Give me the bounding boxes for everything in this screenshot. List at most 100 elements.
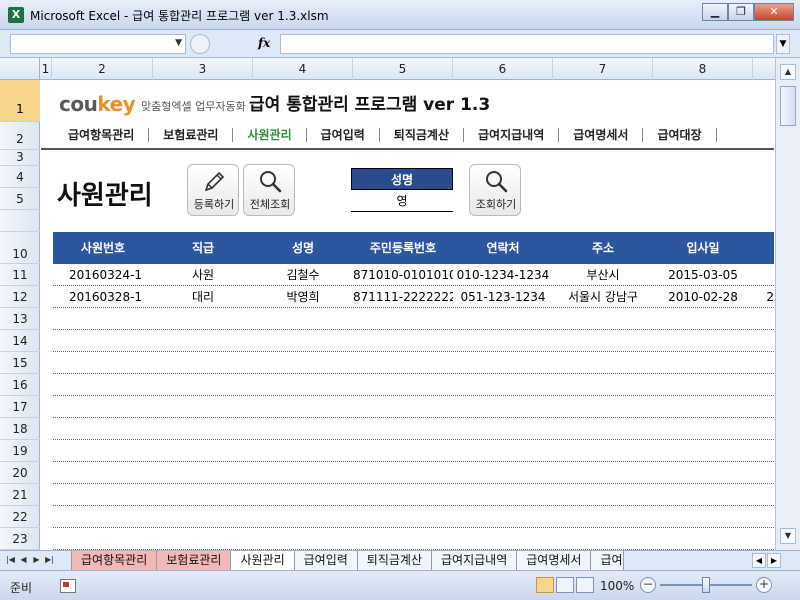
name-box[interactable]: ▼ (10, 34, 186, 54)
table-cell[interactable]: 2 (753, 286, 774, 307)
tab-payslip[interactable]: 급여명세서 (516, 551, 592, 571)
scroll-left-button[interactable]: ◀ (752, 553, 766, 568)
table-cell[interactable]: 박영희 (253, 286, 353, 307)
zoom-level[interactable]: 100% (600, 579, 634, 593)
row-header[interactable]: 21 (0, 484, 40, 506)
column-header[interactable]: 2 (52, 58, 153, 80)
horizontal-scrollbar[interactable]: ◀ ▶ (752, 553, 796, 568)
next-sheet-icon[interactable]: ▶ (30, 553, 43, 567)
close-button[interactable]: ✕ (754, 3, 794, 21)
chevron-down-icon[interactable]: ▼ (175, 38, 182, 48)
last-sheet-icon[interactable]: ▶| (43, 553, 56, 567)
formula-input[interactable] (280, 34, 774, 54)
row-header[interactable]: 22 (0, 506, 40, 528)
normal-view-button[interactable] (536, 577, 554, 593)
nav-item-employees[interactable]: 사원관리 (233, 128, 307, 142)
tab-pay-input[interactable]: 급여입력 (293, 551, 358, 571)
table-row[interactable] (53, 462, 774, 484)
vertical-scrollbar[interactable]: ▲ ▼ (775, 58, 800, 550)
nav-item-severance[interactable]: 퇴직금계산 (380, 128, 464, 142)
page-layout-view-button[interactable] (556, 577, 574, 593)
table-row[interactable] (53, 396, 774, 418)
tab-severance[interactable]: 퇴직금계산 (356, 551, 432, 571)
register-button[interactable]: 등록하기 (187, 164, 239, 216)
row-header[interactable]: 10 (0, 232, 40, 264)
view-all-button[interactable]: 전체조회 (243, 164, 295, 216)
column-header[interactable]: 8 (653, 58, 753, 80)
table-row[interactable] (53, 330, 774, 352)
table-row[interactable]: 20160324-1 사원 김철수 871010-0101010 010-123… (53, 264, 774, 286)
search-button[interactable]: 조회하기 (469, 164, 521, 216)
macro-record-icon[interactable] (60, 579, 76, 593)
table-row[interactable] (53, 484, 774, 506)
table-cell[interactable]: 대리 (153, 286, 253, 307)
column-header[interactable]: 1 (40, 58, 52, 80)
column-header[interactable]: 3 (153, 58, 253, 80)
table-row[interactable] (53, 528, 774, 550)
nav-item-payroll[interactable]: 급여대장 (643, 128, 717, 142)
row-header[interactable]: 18 (0, 418, 40, 440)
zoom-slider-thumb[interactable] (702, 577, 710, 593)
tab-pay-history[interactable]: 급여지급내역 (431, 551, 518, 571)
row-header[interactable]: 19 (0, 440, 40, 462)
nav-item-pay-items[interactable]: 급여항목관리 (41, 128, 150, 142)
select-all-corner[interactable] (0, 58, 40, 80)
table-cell[interactable]: 김철수 (253, 264, 353, 285)
insert-function-button[interactable]: fx (258, 36, 270, 50)
nav-item-insurance[interactable]: 보험료관리 (149, 128, 234, 142)
table-cell[interactable]: 010-1234-1234 (453, 264, 553, 285)
table-cell[interactable]: 2015-03-05 (653, 264, 753, 285)
table-cell[interactable]: 20160328-1 (53, 286, 153, 307)
row-header[interactable]: 20 (0, 462, 40, 484)
table-row[interactable] (53, 506, 774, 528)
table-cell[interactable]: 사원 (153, 264, 253, 285)
prev-sheet-icon[interactable]: ◀ (17, 553, 30, 567)
row-header[interactable]: 16 (0, 374, 40, 396)
excel-icon[interactable]: X (8, 7, 24, 23)
table-row[interactable] (53, 352, 774, 374)
tab-payroll[interactable]: 급여대 (590, 551, 625, 571)
table-row[interactable] (53, 374, 774, 396)
row-header[interactable]: 5 (0, 188, 40, 210)
first-sheet-icon[interactable]: |◀ (4, 553, 17, 567)
column-header[interactable]: 5 (353, 58, 453, 80)
column-header[interactable]: 4 (253, 58, 353, 80)
row-header[interactable]: 14 (0, 330, 40, 352)
column-header[interactable]: 7 (553, 58, 653, 80)
worksheet[interactable]: coukey 맞춤형엑셀 업무자동화 급여 통합관리 프로그램 ver 1.3 … (41, 80, 774, 550)
table-cell[interactable]: 서울시 강남구 (553, 286, 653, 307)
row-header[interactable]: 13 (0, 308, 40, 330)
cancel-formula-button[interactable] (190, 34, 210, 54)
table-cell[interactable]: 051-123-1234 (453, 286, 553, 307)
table-cell[interactable]: 20160324-1 (53, 264, 153, 285)
zoom-out-button[interactable]: − (640, 577, 656, 593)
table-cell[interactable]: 871010-0101010 (353, 264, 453, 285)
zoom-in-button[interactable]: + (756, 577, 772, 593)
tab-employees[interactable]: 사원관리 (230, 551, 295, 571)
table-cell[interactable]: 2010-02-28 (653, 286, 753, 307)
tab-insurance[interactable]: 보험료관리 (156, 551, 232, 571)
nav-item-pay-input[interactable]: 급여입력 (307, 128, 380, 142)
scroll-up-button[interactable]: ▲ (780, 64, 796, 80)
minimize-button[interactable]: ▁ (702, 3, 728, 21)
nav-item-payslip[interactable]: 급여명세서 (559, 128, 644, 142)
maximize-button[interactable]: ❐ (728, 3, 754, 21)
tab-pay-items[interactable]: 급여항목관리 (71, 551, 158, 571)
search-input[interactable]: 영 (351, 191, 453, 212)
row-header[interactable]: 3 (0, 150, 40, 166)
row-header[interactable]: 4 (0, 166, 40, 188)
table-row[interactable] (53, 440, 774, 462)
scroll-down-button[interactable]: ▼ (780, 528, 796, 544)
expand-formula-bar-button[interactable]: ▼ (776, 34, 790, 54)
row-header[interactable]: 17 (0, 396, 40, 418)
scroll-thumb[interactable] (780, 86, 796, 126)
table-cell[interactable]: 부산시 (553, 264, 653, 285)
row-header[interactable]: 2 (0, 122, 40, 150)
table-row[interactable] (53, 308, 774, 330)
table-row[interactable]: 20160328-1 대리 박영희 871111-2222222 051-123… (53, 286, 774, 308)
row-header[interactable]: 15 (0, 352, 40, 374)
page-break-view-button[interactable] (576, 577, 594, 593)
table-row[interactable] (53, 418, 774, 440)
row-header[interactable]: 12 (0, 286, 40, 308)
row-header[interactable]: 11 (0, 264, 40, 286)
